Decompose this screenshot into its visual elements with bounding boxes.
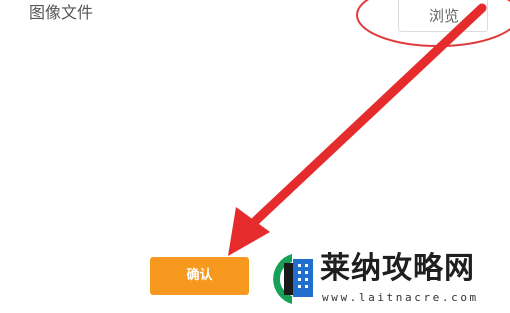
site-logo-icon [273, 254, 313, 304]
confirm-button[interactable]: 确认 [150, 257, 249, 295]
upload-dialog: 图像文件 浏览 确认 莱纳攻略网 www.laitnacre.com [0, 0, 510, 313]
image-file-label: 图像文件 [29, 3, 94, 22]
watermark-site-url: www.laitnacre.com [322, 291, 479, 304]
browse-button[interactable]: 浏览 [398, 0, 488, 32]
site-watermark: 莱纳攻略网 www.laitnacre.com [262, 250, 506, 308]
watermark-site-name: 莱纳攻略网 [320, 251, 475, 286]
red-arrow-icon [228, 3, 487, 256]
